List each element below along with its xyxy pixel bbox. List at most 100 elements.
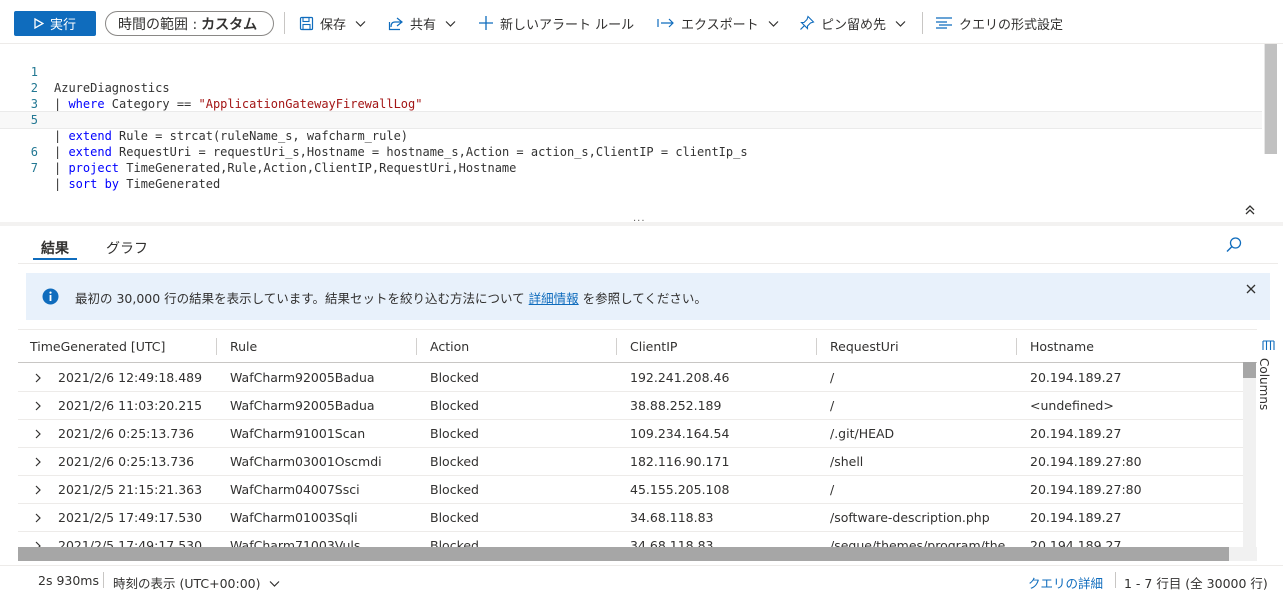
- chevron-right-icon[interactable]: [33, 457, 43, 467]
- chevron-down-icon: [445, 20, 456, 27]
- table-row[interactable]: 2021/2/5 21:15:21.363 WafCharm04007Ssci …: [18, 476, 1243, 504]
- column-resize-handle[interactable]: [616, 338, 617, 355]
- editor-scrollbar[interactable]: [1264, 44, 1277, 154]
- cell-rule: WafCharm91001Scan: [230, 426, 366, 441]
- export-icon: [657, 18, 674, 28]
- cell-clientip: 38.88.252.189: [630, 398, 722, 413]
- column-header-hostname[interactable]: Hostname: [1030, 330, 1094, 363]
- cell-clientip: 45.155.205.108: [630, 482, 730, 497]
- query-duration: 2s 930ms: [38, 573, 99, 588]
- table-row[interactable]: 2021/2/6 12:49:18.489 WafCharm92005Badua…: [18, 364, 1243, 392]
- column-resize-handle[interactable]: [816, 338, 817, 355]
- toolbar-divider: [922, 12, 923, 34]
- toolbar-divider: [284, 12, 285, 34]
- cell-timegenerated: 2021/2/6 12:49:18.489: [58, 370, 203, 385]
- editor-line: 7 | sort by TimeGenerated: [0, 144, 1262, 191]
- collapse-editor-icon[interactable]: [1242, 202, 1258, 218]
- column-header-rule[interactable]: Rule: [230, 330, 257, 363]
- line-number: 7: [30, 161, 38, 175]
- timezone-label: 時刻の表示 (UTC+00:00): [113, 576, 261, 591]
- chevron-right-icon[interactable]: [33, 401, 43, 411]
- format-query-label: クエリの形式設定: [959, 17, 1064, 33]
- code-keyword: project: [68, 161, 120, 175]
- export-button[interactable]: エクスポート: [657, 12, 779, 34]
- cell-action: Blocked: [430, 398, 479, 413]
- editor-line: 3 | parse Message with * "name: " wafcha…: [0, 80, 1262, 127]
- status-bar: 2s 930ms 時刻の表示 (UTC+00:00) クエリの詳細 1 - 7 …: [0, 565, 1283, 605]
- run-button-label: 実行: [49, 18, 76, 33]
- column-header-action[interactable]: Action: [430, 330, 469, 363]
- code-keyword: sort by: [68, 177, 120, 191]
- new-alert-rule-button[interactable]: 新しいアラート ルール: [478, 12, 634, 34]
- columns-icon: [1262, 340, 1275, 350]
- chevron-down-icon: [355, 20, 366, 27]
- cell-clientip: 192.241.208.46: [630, 370, 730, 385]
- editor-line: 6 | project TimeGenerated,Rule,Action,Cl…: [0, 128, 1262, 175]
- save-button-label: 保存: [320, 17, 347, 33]
- cell-rule: WafCharm03001Oscmdi: [230, 454, 382, 469]
- line-number: 5: [30, 113, 38, 127]
- code-text: |: [54, 177, 69, 191]
- column-resize-handle[interactable]: [1016, 338, 1017, 355]
- chevron-right-icon[interactable]: [33, 429, 43, 439]
- chevron-down-icon: [269, 581, 279, 587]
- timezone-selector[interactable]: 時刻の表示 (UTC+00:00): [113, 573, 280, 592]
- cell-hostname: 20.194.189.27: [1030, 510, 1122, 525]
- grid-header: TimeGenerated [UTC] Rule Action ClientIP…: [18, 330, 1257, 363]
- column-header-timegenerated[interactable]: TimeGenerated [UTC]: [30, 330, 165, 363]
- chevron-right-icon[interactable]: [33, 485, 43, 495]
- table-row[interactable]: 2021/2/5 17:49:17.530 WafCharm01003Sqli …: [18, 504, 1243, 532]
- search-icon[interactable]: [1225, 236, 1243, 254]
- share-button[interactable]: 共有: [388, 12, 456, 34]
- query-details-link[interactable]: クエリの詳細: [1028, 573, 1103, 592]
- chevron-down-icon: [895, 20, 906, 27]
- editor-line: 1 AzureDiagnostics: [0, 48, 1262, 95]
- results-grid: TimeGenerated [UTC] Rule Action ClientIP…: [18, 329, 1257, 561]
- columns-panel-label[interactable]: Columns: [1257, 358, 1271, 410]
- cell-rule: WafCharm92005Badua: [230, 370, 375, 385]
- table-row[interactable]: 2021/2/6 11:03:20.215 WafCharm92005Badua…: [18, 392, 1243, 420]
- cell-requesturi: /shell: [830, 454, 864, 469]
- chevron-down-icon: [768, 20, 779, 27]
- pin-to-button[interactable]: ピン留め先: [799, 12, 906, 34]
- cell-requesturi: /: [830, 370, 835, 385]
- table-row[interactable]: 2021/2/6 0:25:13.736 WafCharm03001Oscmdi…: [18, 448, 1243, 476]
- grid-horizontal-scrollbar[interactable]: [18, 547, 1229, 561]
- cell-hostname: 20.194.189.27: [1030, 370, 1122, 385]
- chevron-right-icon[interactable]: [33, 513, 43, 523]
- play-icon: [34, 18, 44, 29]
- tab-chart[interactable]: グラフ: [106, 238, 148, 258]
- code-text: |: [54, 161, 69, 175]
- run-button[interactable]: 実行: [14, 11, 96, 36]
- format-query-button[interactable]: クエリの形式設定: [935, 12, 1063, 34]
- cell-hostname: 20.194.189.27:80: [1030, 454, 1142, 469]
- cell-action: Blocked: [430, 454, 479, 469]
- grid-vertical-scrollbar[interactable]: [1243, 362, 1256, 547]
- pin-icon: [800, 15, 815, 30]
- cell-requesturi: /: [830, 398, 835, 413]
- grid-vertical-scroll-thumb[interactable]: [1243, 362, 1256, 378]
- column-resize-handle[interactable]: [416, 338, 417, 355]
- table-row[interactable]: 2021/2/6 0:25:13.736 WafCharm91001Scan B…: [18, 420, 1243, 448]
- query-toolbar: 実行 時間の範囲 : カスタム 保存 共有 新しいアラート ルール エクスポート…: [0, 0, 1283, 44]
- query-editor[interactable]: 1 AzureDiagnostics 2 | where Category ==…: [0, 44, 1283, 222]
- splitter-grip-icon[interactable]: ···: [633, 216, 646, 227]
- result-tabs: 結果 グラフ: [18, 228, 1278, 264]
- cell-action: Blocked: [430, 482, 479, 497]
- save-button[interactable]: 保存: [299, 12, 366, 34]
- column-header-requesturi[interactable]: RequestUri: [830, 330, 899, 363]
- time-range-picker[interactable]: 時間の範囲 : カスタム: [105, 11, 274, 36]
- chevron-right-icon[interactable]: [33, 373, 43, 383]
- grid-scroll-corner: [1229, 547, 1257, 561]
- tab-results[interactable]: 結果: [41, 238, 69, 258]
- close-icon[interactable]: [1244, 282, 1258, 296]
- cell-hostname: 20.194.189.27:80: [1030, 482, 1142, 497]
- column-resize-handle[interactable]: [216, 338, 217, 355]
- status-divider: [1115, 572, 1116, 588]
- learn-more-link[interactable]: 詳細情報: [529, 291, 579, 306]
- cell-requesturi: /: [830, 482, 835, 497]
- code-line: | sort by TimeGenerated: [54, 176, 220, 192]
- info-icon: [42, 288, 59, 305]
- cell-clientip: 34.68.118.83: [630, 510, 714, 525]
- column-header-clientip[interactable]: ClientIP: [630, 330, 677, 363]
